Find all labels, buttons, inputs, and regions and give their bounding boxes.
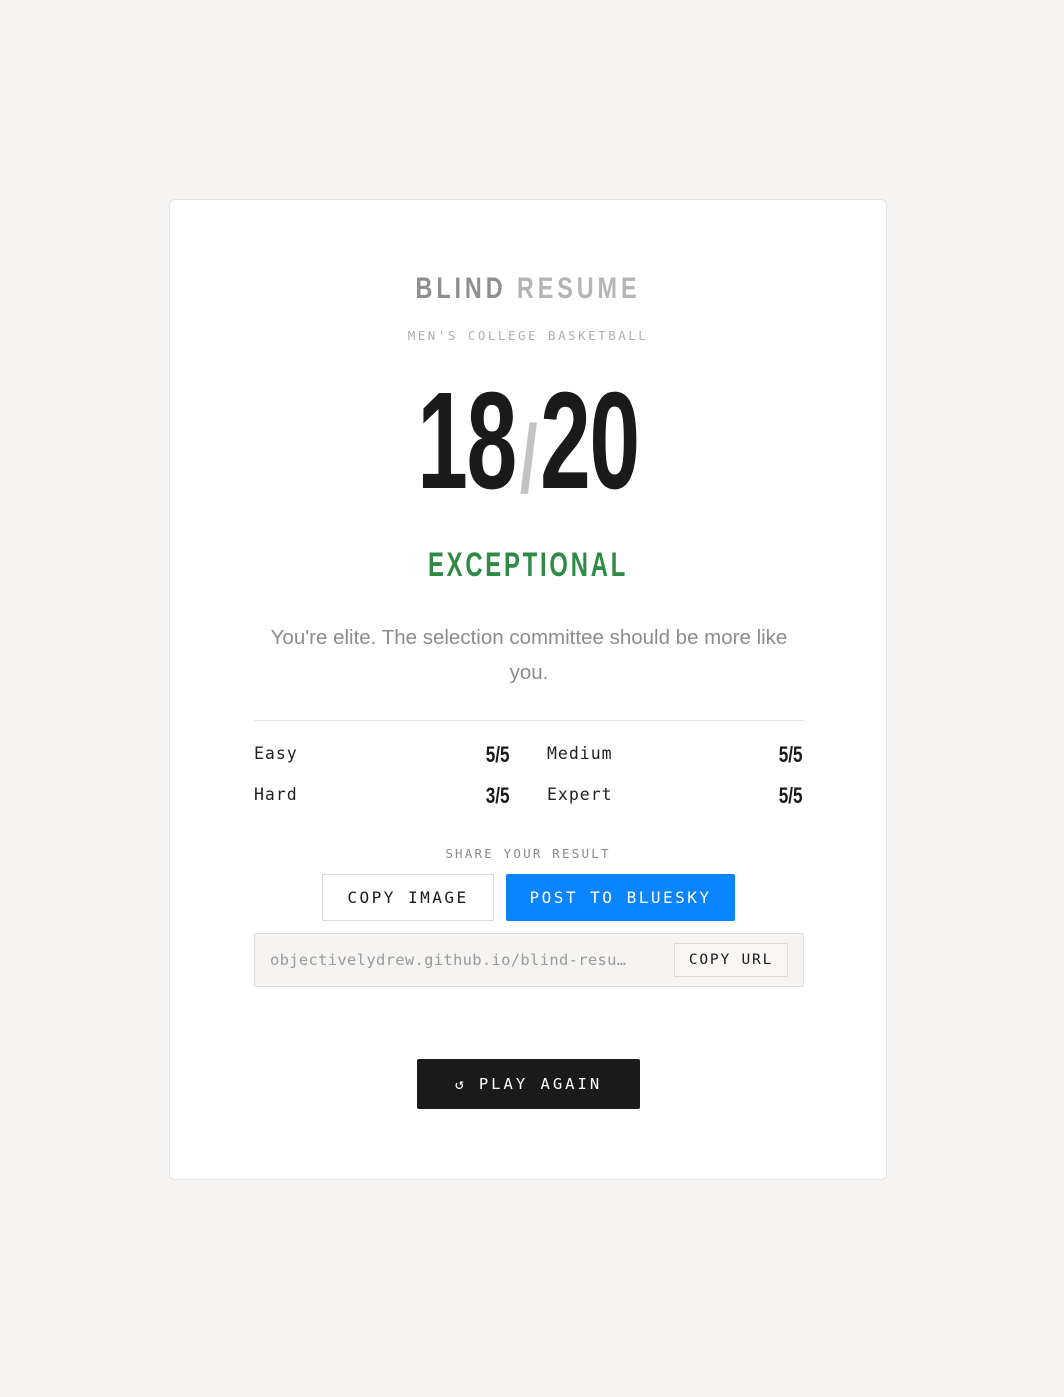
score-total: 20: [540, 364, 640, 518]
play-again-label: PLAY AGAIN: [478, 1075, 603, 1093]
stat-label: Easy: [254, 744, 298, 763]
stat-easy: Easy 5/5: [254, 742, 510, 774]
refresh-icon: ↺: [454, 1075, 467, 1093]
stat-hard: Hard 3/5: [254, 783, 510, 815]
stat-value: 5/5: [779, 783, 803, 808]
stat-medium: Medium 5/5: [547, 742, 803, 774]
share-url-box: objectivelydrew.github.io/blind-resu… CO…: [254, 933, 804, 987]
stat-label: Hard: [254, 785, 298, 804]
stat-expert: Expert 5/5: [547, 783, 803, 815]
brand-word-resume: RESUME: [516, 272, 641, 305]
post-to-bluesky-button[interactable]: POST TO BLUESKY: [506, 874, 735, 921]
brand-word-blind: BLIND: [415, 272, 507, 305]
stat-value: 5/5: [779, 742, 803, 767]
game-subtitle: MEN'S COLLEGE BASKETBALL: [407, 328, 649, 343]
stat-value: 3/5: [486, 783, 510, 808]
play-again-button[interactable]: ↺ PLAY AGAIN: [417, 1059, 640, 1109]
share-url-text[interactable]: objectivelydrew.github.io/blind-resu…: [270, 951, 665, 969]
stat-label: Medium: [547, 744, 613, 763]
results-card: BLIND RESUME MEN'S COLLEGE BASKETBALL 18…: [169, 199, 887, 1180]
score-display: 18/20: [292, 366, 765, 531]
rating-title: EXCEPTIONAL: [427, 546, 629, 584]
rating-message: You're elite. The selection committee sh…: [270, 626, 788, 684]
share-label: SHARE YOUR RESULT: [445, 846, 611, 861]
score-separator: /: [519, 406, 538, 513]
stat-value: 5/5: [486, 742, 510, 767]
divider: [254, 720, 804, 721]
score-correct: 18: [417, 364, 517, 518]
brand-logo: BLIND RESUME: [249, 272, 807, 306]
stat-label: Expert: [547, 785, 613, 804]
copy-image-button[interactable]: COPY IMAGE: [322, 874, 494, 921]
copy-url-button[interactable]: COPY URL: [674, 943, 788, 977]
